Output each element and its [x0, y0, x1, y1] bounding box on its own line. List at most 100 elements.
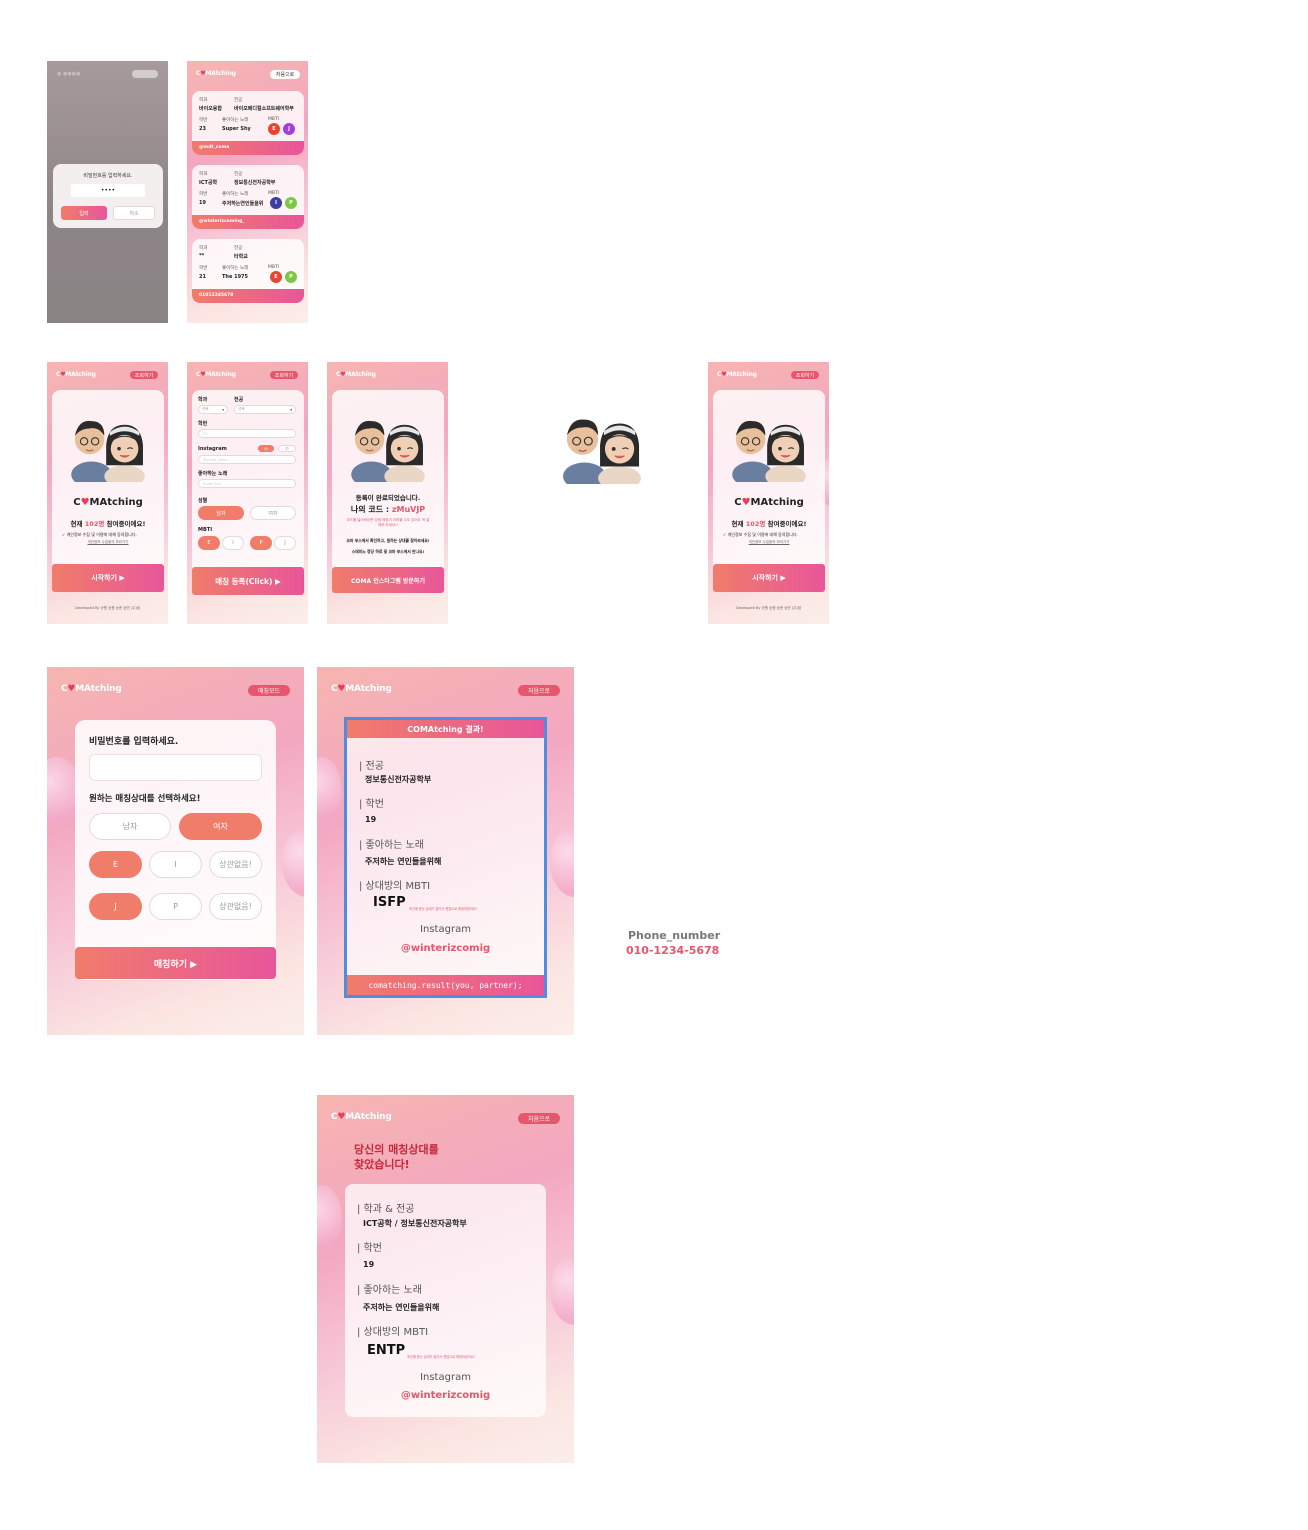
match-mode-button[interactable]: 매칭모드 — [248, 685, 290, 696]
mbti-badge: E — [270, 271, 282, 283]
instagram-toggle[interactable]: ◎ — [258, 445, 274, 452]
app-logo: C♥MAtching — [331, 684, 392, 694]
phone-value: 010-1234-5678 — [626, 944, 720, 957]
mbti-e-button[interactable]: E — [198, 536, 220, 550]
my-code: 나의 코드 : zMuVJP — [350, 505, 426, 514]
heart-icon: ♥ — [741, 497, 751, 508]
visit-instagram-button[interactable]: COMA 인스타그램 방문하기 — [332, 567, 444, 593]
brand-title: C♥MAtching — [734, 497, 804, 508]
phone-toggle[interactable]: ✆ — [278, 445, 296, 452]
app-logo: C♥MAtching — [336, 371, 376, 378]
footer: Developed By 규원 승원 승준 승연 (주)컴 — [75, 606, 140, 610]
couple-illustration — [342, 408, 434, 482]
done-card: 등록이 완료되었습니다. 나의 코드 : zMuVJP 코드를 잃어버리면 당첨… — [332, 390, 444, 590]
home-button[interactable]: 처음으로 — [518, 685, 560, 696]
male-button[interactable]: 남자 — [89, 813, 171, 840]
dept-select[interactable]: 선택 ▾ — [198, 405, 228, 414]
register-button[interactable]: 매칭 등록(Click) ▶ — [192, 567, 304, 595]
password-prompt: 비밀번호를 입력하세요. — [89, 737, 179, 747]
done-line1: 코마 부스에서 확인하고, 원하는 상대를 찾아보세요! — [346, 538, 430, 543]
mbti-badge: P — [285, 271, 297, 283]
start-button[interactable]: 시작하기 ▶ — [713, 564, 825, 592]
mbti-value: ISFP — [373, 895, 406, 910]
screen-home: C♥MAtching 조회하기 C♥MAtching 현재 102명 참여중이에… — [47, 362, 168, 624]
participant-count: 현재 102명 참여중이에요! — [731, 520, 807, 528]
mbti-i-button[interactable]: I — [222, 536, 244, 550]
mbti-e-button[interactable]: E — [89, 851, 142, 878]
mbti-note: 조건에 맞는 상대가 없어서 랜덤으로 매칭되었어요! — [409, 907, 477, 911]
result-card: | 학과 & 전공 ICT공학 / 정보통신전자공학부 | 학번 19 | 좋아… — [345, 1184, 546, 1417]
contact-bar: @winterizcoming_ — [192, 215, 304, 229]
mbti-i-button[interactable]: I — [149, 851, 202, 878]
footer: Developed By 규원 승원 승준 승연 (주)컴 — [736, 606, 801, 610]
screen-home-copy: C♥MAtching 조회하기 C♥MAtching 현재 102명 참여중이에… — [708, 362, 829, 624]
id-input[interactable]: 23 — [198, 429, 296, 438]
register-form: 학과 전공 선택 ▾ 선택 ▾ 학번 23 Instagram ◎ ✆ @coma_… — [192, 390, 304, 590]
password-prompt: 비밀번호를 입력하세요. — [83, 173, 133, 179]
lookup-button[interactable]: 조회하기 — [270, 371, 298, 379]
mbti-badge: I — [270, 197, 282, 209]
status-bar: ● ●●●● — [57, 71, 81, 77]
headline-line1: 당신의 매칭상대를 — [354, 1143, 439, 1156]
heart-icon: ♥ — [80, 497, 90, 508]
password-dialog: 비밀번호를 입력하세요. •••• 입력 취소 — [53, 164, 163, 228]
instagram-input[interactable]: @coma_coma — [198, 455, 296, 464]
chevron-down-icon: ▾ — [222, 407, 224, 412]
lookup-button[interactable]: 조회하기 — [130, 371, 158, 379]
match-form-card: 비밀번호를 입력하세요. 원하는 매칭상대를 선택하세요! 남자 여자 E I … — [75, 720, 276, 980]
participant-count: 현재 102명 참여중이에요! — [70, 520, 146, 528]
mbti-j-button[interactable]: J — [274, 536, 296, 550]
major-select[interactable]: 선택 ▾ — [234, 405, 296, 414]
female-button[interactable]: 여자 — [179, 813, 262, 840]
screen-match-form: C♥MAtching 매칭모드 비밀번호를 입력하세요. 원하는 매칭상대를 선… — [47, 667, 304, 1035]
result-header: COMAtching 결과! — [347, 720, 544, 738]
major-value: 정보통신전자공학부 — [365, 775, 432, 784]
lookup-button[interactable]: 조회하기 — [791, 371, 819, 379]
jp-any-button[interactable]: 상관없음! — [209, 893, 262, 920]
mbti-p-button[interactable]: P — [149, 893, 202, 920]
male-button[interactable]: 남자 — [198, 506, 244, 520]
instagram-link[interactable]: @winterizcomig — [345, 1390, 546, 1401]
list-item: 학과 전공 ** 타학교 학번 좋아하는 노래 MBTI 21 The 1975… — [192, 239, 304, 303]
app-logo: C♥MAtching — [56, 371, 96, 378]
code-warning: 코드를 잃어버리면 당첨 매칭이 어려울 수도 있어요 꼭 잘 메모 하세요!! — [346, 518, 430, 527]
phone-label: Phone_number — [628, 929, 721, 942]
home-button[interactable]: 처음으로 — [518, 1113, 560, 1124]
select-prompt: 원하는 매칭상대를 선택하세요! — [89, 794, 201, 804]
id-value: 19 — [365, 815, 377, 824]
list-item: 학과 전공 ICT공학 정보통신전자공학부 학번 좋아하는 노래 MBTI 19… — [192, 165, 304, 229]
mbti-j-button[interactable]: J — [89, 893, 142, 920]
password-input[interactable]: •••• — [71, 184, 145, 197]
mbti-p-button[interactable]: P — [250, 536, 272, 550]
app-logo: C♥MAtching — [717, 371, 757, 378]
mbti-badge: P — [285, 197, 297, 209]
mbti-badge: E — [268, 123, 280, 135]
app-logo: C♥MAtching — [61, 684, 122, 694]
start-button[interactable]: 시작하기 ▶ — [52, 564, 164, 592]
chevron-down-icon: ▾ — [290, 407, 292, 412]
match-button[interactable]: 매칭하기 ▶ — [75, 947, 276, 979]
home-button[interactable]: 처음으로 — [270, 70, 300, 79]
done-title: 등록이 완료되었습니다. — [355, 494, 421, 502]
home-card: C♥MAtching 현재 102명 참여중이에요! ✓ 개인정보 수집 및 이… — [713, 390, 825, 590]
result-frame: COMAtching 결과! | 전공 정보통신전자공학부 | 학번 19 | … — [344, 717, 547, 998]
ei-any-button[interactable]: 상관없음! — [209, 851, 262, 878]
code-bar: comatching.result(you, partner); — [347, 975, 544, 995]
screen-done: C♥MAtching 등록이 완료되었습니다. 나의 코드 : zMuVJP 코… — [327, 362, 448, 624]
list-item: 학과 전공 바이오융합 바이오메디컬소프트웨어학부 학번 좋아하는 노래 MBT… — [192, 91, 304, 155]
cancel-button[interactable]: 취소 — [113, 206, 155, 220]
female-button[interactable]: 여자 — [250, 506, 296, 520]
password-input[interactable] — [89, 754, 262, 781]
consent-checkbox[interactable]: ✓ 개인정보 수집 및 이용에 대해 동의합니다. — [723, 532, 798, 538]
screen-result-final: C♥MAtching 처음으로 당신의 매칭상대를 찾았습니다! | 학과 & … — [317, 1095, 574, 1463]
consent-link[interactable]: 개인정보 수집동의 보러가기 — [52, 540, 164, 545]
song-input[interactable]: Super Shy — [198, 479, 296, 488]
confirm-button[interactable]: 입력 — [61, 206, 107, 220]
major-value: 바이오메디컬소프트웨어학부 — [234, 106, 294, 112]
brand-title: C♥MAtching — [73, 497, 143, 508]
instagram-link[interactable]: @winterizcomig — [347, 943, 544, 954]
screen-list: C♥MAtching 처음으로 학과 전공 바이오융합 바이오메디컬소프트웨어학… — [187, 61, 308, 323]
consent-link[interactable]: 개인정보 수집동의 보러가기 — [713, 540, 825, 545]
app-logo: C♥MAtching — [331, 1112, 392, 1122]
consent-checkbox[interactable]: ✓ 개인정보 수집 및 이용에 대해 동의합니다. — [62, 532, 137, 538]
